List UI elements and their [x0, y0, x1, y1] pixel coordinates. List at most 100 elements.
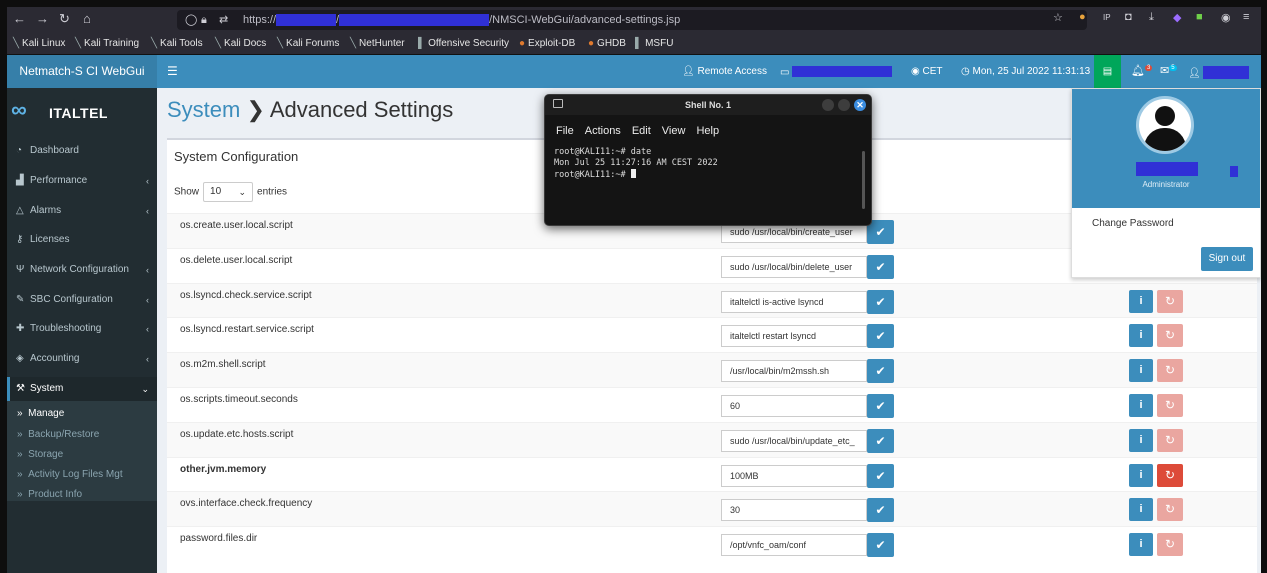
bookmark-star-icon[interactable]: ☆ — [1053, 11, 1063, 24]
setting-value-input[interactable]: 60 — [721, 395, 867, 417]
reset-button[interactable]: ↻ — [1157, 359, 1183, 383]
save-button[interactable]: ✔ — [867, 498, 894, 523]
sign-out-button[interactable]: Sign out — [1201, 247, 1253, 271]
messages-envelope-icon[interactable]: ✉ 5 — [1160, 64, 1177, 77]
terminal-menu-help[interactable]: Help — [696, 125, 719, 137]
sidebar-item-system[interactable]: ⚒ System ⌄ — [7, 377, 157, 401]
extension-3-icon[interactable]: ■ — [1196, 11, 1203, 23]
save-button[interactable]: ✔ — [867, 463, 894, 488]
submenu-manage[interactable]: » Manage — [17, 408, 64, 419]
reset-button[interactable]: ↻ — [1157, 428, 1183, 452]
terminal-scrollbar[interactable] — [862, 151, 865, 209]
save-button[interactable]: ✔ — [867, 254, 894, 279]
remote-access-link[interactable]: 👤︎ Remote Access — [682, 66, 767, 77]
info-button[interactable]: i — [1129, 324, 1153, 348]
info-button[interactable]: i — [1129, 428, 1153, 452]
setting-value-input[interactable]: italtelctl restart lsyncd — [721, 325, 867, 348]
reset-button[interactable]: ↻ — [1157, 498, 1183, 522]
reset-button[interactable]: ↻ — [1157, 394, 1183, 417]
download-icon[interactable]: ⤓ — [1149, 11, 1154, 24]
terminal-menu-actions[interactable]: Actions — [585, 125, 621, 137]
database-button[interactable]: ▤ — [1094, 55, 1121, 88]
bookmark-kali-docs[interactable]: ╲ Kali Docs — [215, 38, 266, 49]
info-button[interactable]: i — [1129, 533, 1153, 557]
setting-value-input[interactable]: sudo /usr/local/bin/update_etc_ — [721, 429, 867, 452]
url-redaction-2 — [339, 14, 490, 27]
entries-select[interactable]: 10 ⌄ — [203, 182, 254, 202]
info-button[interactable]: i — [1129, 289, 1153, 313]
info-button[interactable]: i — [1129, 463, 1153, 487]
menu-icon[interactable]: ≡ — [1243, 11, 1249, 23]
bookmark-msfu[interactable]: ▌ MSFU — [635, 38, 673, 49]
bookmark-exploit-db[interactable]: ● Exploit-DB — [519, 38, 575, 49]
bookmark-ghdb[interactable]: ● GHDB — [588, 38, 626, 49]
terminal-window[interactable]: Shell No. 1 ✕ File Actions Edit View Help ro… — [544, 94, 872, 226]
breadcrumb-system[interactable]: System — [167, 97, 240, 122]
terminal-menu-file[interactable]: File — [556, 125, 574, 137]
bookmark-kali-tools[interactable]: ╲ Kali Tools — [151, 38, 203, 49]
info-button[interactable]: i — [1129, 394, 1153, 417]
submenu-backup-restore[interactable]: » Backup/Restore — [17, 429, 99, 440]
change-password-link[interactable]: Change Password — [1092, 218, 1174, 229]
save-button[interactable]: ✔ — [867, 359, 894, 384]
ip-extension-icon[interactable]: IP — [1103, 13, 1111, 22]
browser-window: ← → ↻ ⌂ ◯ 🔒︎ ⇄ https:////NMSCI-WebGui/ad… — [7, 7, 1261, 573]
maximize-icon[interactable] — [838, 99, 850, 111]
close-icon[interactable]: ✕ — [854, 99, 866, 111]
save-button[interactable]: ✔ — [867, 394, 894, 418]
extension-4-icon[interactable]: ◉ — [1221, 11, 1231, 24]
user-menu-toggle[interactable]: 👤︎ — [1188, 66, 1250, 79]
setting-value-input[interactable]: /usr/local/bin/m2mssh.sh — [721, 360, 867, 383]
extension-icon[interactable]: ● — [1079, 11, 1086, 23]
submenu-activity-log-files[interactable]: » Activity Log Files Mgt — [17, 469, 123, 480]
setting-value-input[interactable]: /opt/vnfc_oam/conf — [721, 534, 867, 557]
terminal-titlebar[interactable]: Shell No. 1 ✕ — [545, 95, 871, 115]
bookmark-kali-forums[interactable]: ╲ Kali Forums — [277, 38, 339, 49]
hamburger-icon[interactable]: ☰ — [167, 64, 178, 78]
sidebar-item-accounting[interactable]: ◈ Accounting ‹ — [7, 348, 157, 370]
clock-icon: ◷ — [961, 66, 973, 77]
sidebar-item-network-configuration[interactable]: Ψ Network Configuration ‹ — [7, 259, 157, 281]
extension-2-icon[interactable]: ◆ — [1173, 11, 1181, 24]
setting-value-input[interactable]: sudo /usr/local/bin/delete_user — [721, 255, 867, 278]
forward-icon[interactable]: → — [36, 12, 49, 26]
terminal-output[interactable]: root@KALI11:~# date Mon Jul 25 11:27:16 A… — [554, 147, 718, 181]
submenu-storage[interactable]: » Storage — [17, 449, 63, 460]
sidebar-item-troubleshooting[interactable]: ✚ Troubleshooting ‹ — [7, 318, 157, 340]
bookmark-offensive-security[interactable]: ▌ Offensive Security — [418, 38, 509, 49]
notifications-bell-icon[interactable]: 🔔︎ 3 — [1131, 64, 1153, 77]
bookmark-kali-linux[interactable]: ╲ Kali Linux — [13, 38, 65, 49]
save-button[interactable]: ✔ — [867, 324, 894, 349]
setting-value-input[interactable]: italtelctl is-active lsyncd — [721, 290, 867, 313]
info-button[interactable]: i — [1129, 359, 1153, 383]
bookmark-nethunter[interactable]: ╲ NetHunter — [350, 38, 405, 49]
brand-title[interactable]: Netmatch-S CI WebGui — [7, 55, 157, 88]
sidebar-item-alarms[interactable]: △ Alarms ‹ — [7, 200, 157, 222]
bookmark-kali-training[interactable]: ╲ Kali Training — [75, 38, 139, 49]
reload-icon[interactable]: ↻ — [59, 12, 70, 26]
save-button[interactable]: ✔ — [867, 428, 894, 453]
sidebar-item-performance[interactable]: ▟ Performance ‹ — [7, 170, 157, 192]
setting-key: os.delete.user.local.script — [180, 254, 293, 266]
sidebar-item-dashboard[interactable]: ◔ Dashboard — [7, 140, 157, 162]
home-icon[interactable]: ⌂ — [83, 12, 91, 26]
reset-button[interactable]: ↻ — [1157, 324, 1183, 348]
chevron-left-icon: ‹ — [146, 324, 149, 334]
sidebar-item-sbc-configuration[interactable]: ✎ SBC Configuration ‹ — [7, 289, 157, 311]
submenu-product-info[interactable]: » Product Info — [17, 489, 82, 500]
setting-value-input[interactable]: 100MB — [721, 464, 867, 487]
pocket-icon[interactable]: ◘ — [1125, 11, 1132, 23]
minimize-icon[interactable] — [822, 99, 834, 111]
terminal-menu-view[interactable]: View — [662, 125, 686, 137]
save-button[interactable]: ✔ — [867, 289, 894, 314]
terminal-menu-edit[interactable]: Edit — [632, 125, 651, 137]
url-bar[interactable]: ◯ 🔒︎ ⇄ https:////NMSCI-WebGui/advanced-s… — [177, 10, 1087, 30]
reset-button[interactable]: ↻ — [1157, 289, 1183, 313]
save-button[interactable]: ✔ — [867, 533, 894, 558]
reset-button[interactable]: ↻ — [1157, 533, 1183, 557]
reset-button[interactable]: ↻ — [1157, 463, 1183, 487]
info-button[interactable]: i — [1129, 498, 1153, 522]
back-icon[interactable]: ← — [13, 12, 26, 26]
setting-value-input[interactable]: 30 — [721, 499, 867, 522]
sidebar-item-licenses[interactable]: ⚷ Licenses — [7, 229, 157, 251]
